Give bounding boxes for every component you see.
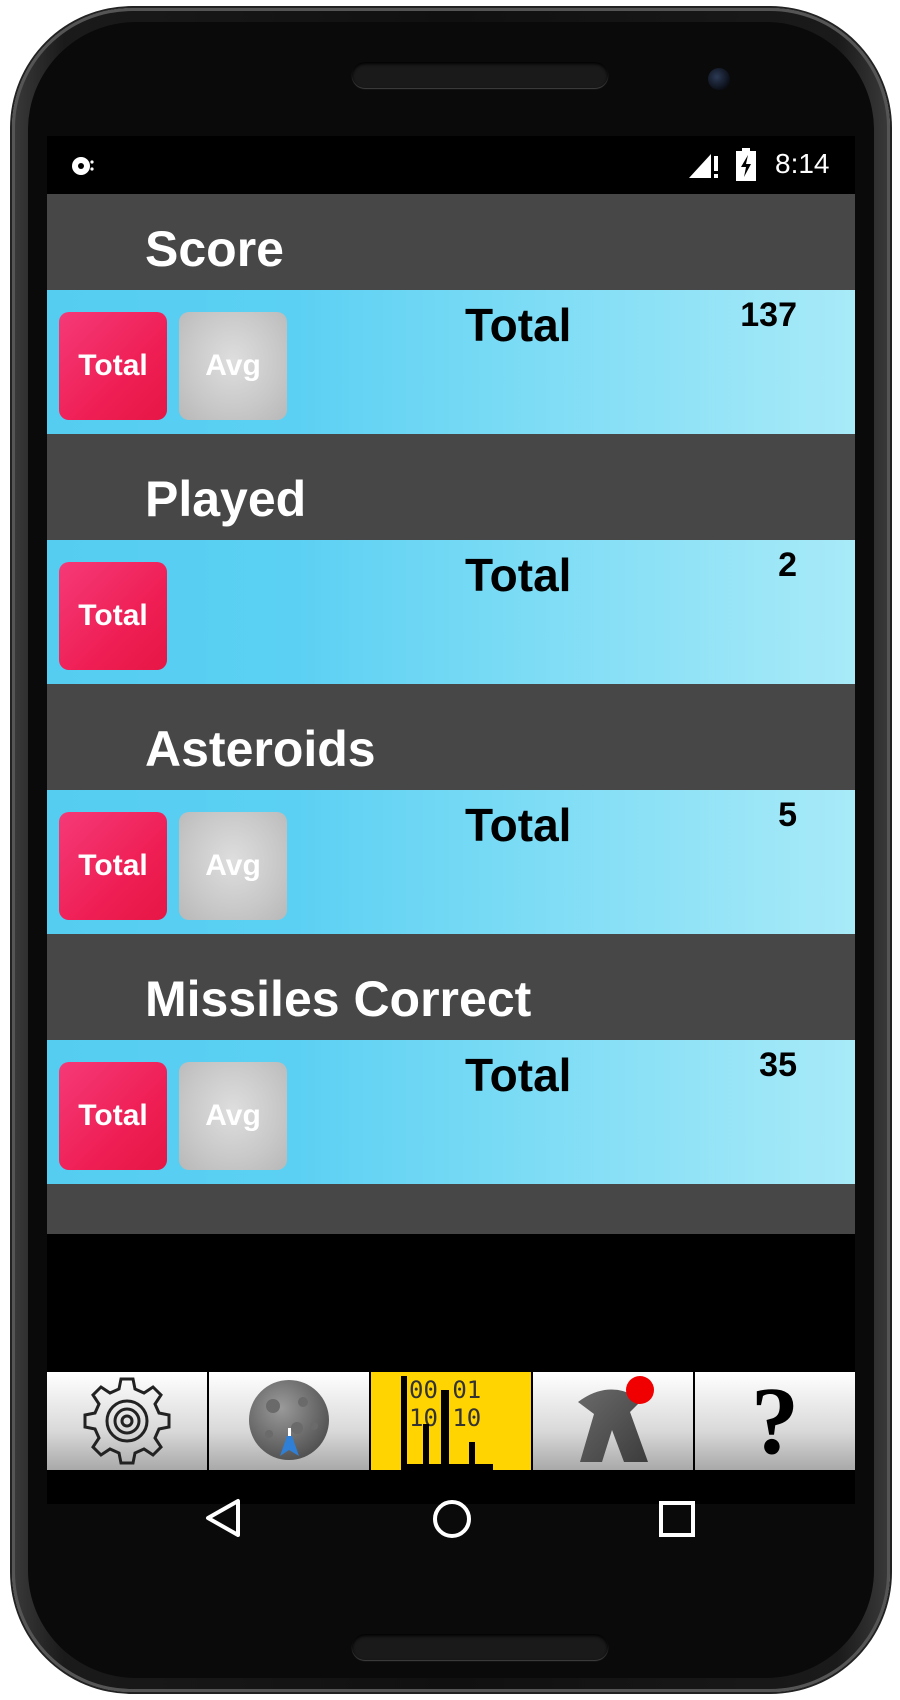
- stats-binary-icon: 00 01 10 10: [401, 1376, 493, 1470]
- row-label: Total: [465, 299, 572, 351]
- total-button[interactable]: Total: [59, 562, 167, 670]
- avg-button[interactable]: Avg: [179, 1062, 287, 1170]
- battery-charging-icon: [736, 148, 756, 181]
- stat-row: Total Total 2: [47, 540, 855, 684]
- avg-button[interactable]: Avg: [179, 312, 287, 420]
- row-value: 2: [778, 546, 797, 584]
- section-title: Missiles Correct: [145, 971, 532, 1027]
- back-triangle-icon[interactable]: [204, 1498, 244, 1538]
- section-title: Played: [145, 471, 307, 527]
- screen: 8:14 Score Total Avg Total 137 Played To…: [47, 136, 855, 1504]
- row-label: Total: [465, 1049, 572, 1101]
- section-title: Asteroids: [145, 721, 376, 777]
- gear-icon: [83, 1377, 171, 1465]
- notification-disc-icon: [72, 157, 94, 175]
- home-circle-icon[interactable]: [431, 1498, 473, 1540]
- row-label: Total: [465, 799, 572, 851]
- tool-settings[interactable]: [47, 1372, 207, 1470]
- bottom-toolbar: 00 01 10 10 ?: [47, 1372, 855, 1470]
- earpiece-speaker: [352, 62, 608, 88]
- tool-game[interactable]: [209, 1372, 369, 1470]
- row-value: 5: [778, 796, 797, 834]
- row-value: 35: [759, 1046, 797, 1084]
- tool-achievements[interactable]: [533, 1372, 693, 1470]
- stats-panel: Score Total Avg Total 137 Played Total T…: [47, 194, 855, 1234]
- recents-square-icon[interactable]: [658, 1500, 696, 1538]
- badge-notification-icon: [578, 1376, 654, 1462]
- help-icon: ?: [751, 1367, 799, 1474]
- total-button[interactable]: Total: [59, 812, 167, 920]
- stat-row: Total Avg Total 137: [47, 290, 855, 434]
- status-clock: 8:14: [775, 148, 830, 179]
- asteroid-game-icon: [249, 1380, 329, 1460]
- bottom-speaker: [352, 1634, 608, 1660]
- stat-row: Total Avg Total 5: [47, 790, 855, 934]
- stat-row: Total Avg Total 35: [47, 1040, 855, 1184]
- status-bar: 8:14: [47, 136, 855, 194]
- row-value: 137: [740, 296, 797, 334]
- tool-help[interactable]: ?: [695, 1372, 855, 1470]
- row-label: Total: [465, 549, 572, 601]
- total-button[interactable]: Total: [59, 312, 167, 420]
- section-title: Score: [145, 221, 284, 277]
- front-camera: [708, 68, 730, 90]
- signal-icon: [689, 154, 718, 178]
- avg-button[interactable]: Avg: [179, 812, 287, 920]
- total-button[interactable]: Total: [59, 1062, 167, 1170]
- tool-stats[interactable]: 00 01 10 10: [371, 1372, 531, 1470]
